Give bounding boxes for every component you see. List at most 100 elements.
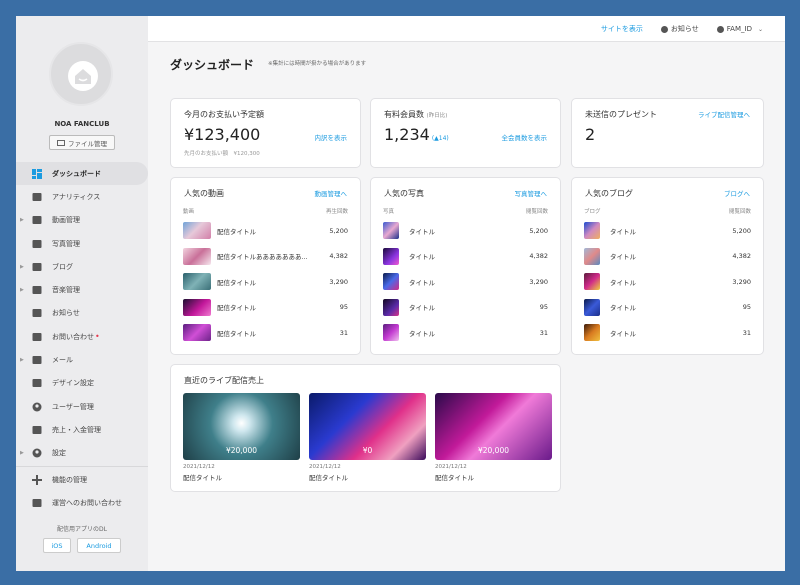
list-header: 写真 閲覧回数 <box>383 207 548 215</box>
item-count: 4,382 <box>732 252 751 261</box>
sidebar-item-design[interactable]: デザイン設定 <box>16 372 148 395</box>
item-title: タイトル <box>610 227 636 236</box>
list-item[interactable]: タイトル 31 <box>584 320 751 346</box>
live-name: 配信タイトル <box>309 474 348 482</box>
live-thumbnail: ¥20,000 <box>183 393 300 460</box>
popular-list: タイトル 5,200 タイトル 4,382 タイトル 3,290 タイトル 95 タイトル 31 <box>584 218 751 346</box>
column-header: 動画 <box>183 209 195 215</box>
list-item[interactable]: 配信タイトルあああああああ... 4,382 <box>183 244 348 270</box>
popular-title: 人気のブログ <box>585 189 633 198</box>
sidebar-nav: ダッシュボード アナリティクス ▶ 動画管理 写真管理 ▶ ブログ ▶ 音楽管理お知らせお問い合… <box>16 162 148 514</box>
live-sale-item[interactable]: ¥20,000 2021/12/12 配信タイトル <box>183 393 300 482</box>
user-icon <box>32 402 42 412</box>
notice-link[interactable]: お知らせ <box>660 24 699 34</box>
thumbnail-image <box>383 273 399 291</box>
list-header: ブログ 閲覧回数 <box>584 207 751 215</box>
thumbnail-image <box>584 273 600 291</box>
sidebar-item-dashboard[interactable]: ダッシュボード <box>16 162 148 186</box>
popular-manage-link[interactable]: 動画管理へ <box>315 188 348 198</box>
live-sale-item[interactable]: ¥0 2021/12/12 配信タイトル <box>309 393 426 482</box>
settings-icon <box>32 448 42 458</box>
list-item[interactable]: タイトル 4,382 <box>584 244 751 270</box>
column-header: ブログ <box>584 209 601 215</box>
sidebar-item-sales[interactable]: 売上・入金管理 <box>16 418 148 441</box>
sidebar-item-notice[interactable]: お知らせ <box>16 302 148 325</box>
members-value: 1,234 (▲14) <box>384 125 449 144</box>
live-name: 配信タイトル <box>183 474 222 482</box>
live-manage-link[interactable]: ライブ配信管理へ <box>698 109 750 119</box>
payment-value: ¥123,400 <box>184 125 261 144</box>
sidebar-item-mail[interactable]: ▶ メール <box>16 348 148 371</box>
list-item[interactable]: 配信タイトル 95 <box>183 295 348 321</box>
list-item[interactable]: タイトル 95 <box>584 295 751 321</box>
live-price: ¥0 <box>362 446 373 455</box>
list-item[interactable]: タイトル 95 <box>383 295 548 321</box>
sidebar-item-label: ユーザー管理 <box>52 402 94 411</box>
sidebar-item-plus[interactable]: 機能の管理 <box>16 468 148 491</box>
sidebar-item-photo[interactable]: 写真管理 <box>16 232 148 255</box>
presents-value: 2 <box>585 125 596 144</box>
sidebar-item-label: お知らせ <box>52 309 80 318</box>
sidebar-item-settings[interactable]: ▶ 設定 <box>16 442 148 465</box>
list-item[interactable]: タイトル 5,200 <box>584 218 751 244</box>
popular-manage-link[interactable]: 写真管理へ <box>515 188 548 198</box>
sidebar-item-label: メール <box>52 356 73 365</box>
live-sale-item[interactable]: ¥20,000 2021/12/12 配信タイトル <box>435 393 552 482</box>
notice-label: お知らせ <box>670 25 699 33</box>
download-label: 配信用アプリのDL <box>57 526 107 533</box>
last-month-payment: 先月のお支払い額 ¥120,300 <box>184 151 260 157</box>
live-price: ¥20,000 <box>477 446 509 455</box>
android-button[interactable]: Android <box>77 538 121 553</box>
column-header: 閲覧回数 <box>728 209 751 215</box>
design-icon <box>32 378 42 388</box>
caret-right-icon: ▶ <box>20 287 24 294</box>
sidebar-item-video[interactable]: ▶ 動画管理 <box>16 209 148 232</box>
item-count: 4,382 <box>329 252 348 261</box>
sidebar-item-label: ダッシュボード <box>52 169 101 178</box>
all-members-link[interactable]: 全会員数を表示 <box>502 132 548 142</box>
sidebar-item-label: 運営へのお問い合わせ <box>52 498 122 507</box>
avatar[interactable] <box>49 42 113 106</box>
list-item[interactable]: 配信タイトル 3,290 <box>183 269 348 295</box>
item-count: 31 <box>742 328 751 337</box>
item-title: 配信タイトル <box>217 329 256 338</box>
sidebar-item-analytics[interactable]: アナリティクス <box>16 185 148 208</box>
item-count: 5,200 <box>529 226 548 235</box>
payment-detail-link[interactable]: 内訳を表示 <box>315 132 348 142</box>
thumbnail-image <box>383 298 399 316</box>
list-item[interactable]: タイトル 3,290 <box>383 269 548 295</box>
list-item[interactable]: 配信タイトル 5,200 <box>183 218 348 244</box>
popular-blogs-card: 人気のブログ ブログへ ブログ 閲覧回数 タイトル 5,200 タイトル 4,382 タイトル 3… <box>571 177 764 355</box>
main-content: ダッシュボード ※集計には時間が掛かる場合があります 今月のお支払い予定額 ¥1… <box>148 42 785 571</box>
presents-title: 未送信のプレゼント <box>585 110 657 119</box>
sidebar-item-blog[interactable]: ▶ ブログ <box>16 255 148 278</box>
account-menu[interactable]: FAM_ID ⌄ <box>716 25 763 33</box>
popular-title: 人気の動画 <box>184 189 224 198</box>
ios-button[interactable]: iOS <box>43 538 71 553</box>
sidebar-item-inquiry[interactable]: お問い合わせ • <box>16 325 148 348</box>
list-item[interactable]: タイトル 31 <box>383 320 548 346</box>
sidebar-item-label: アナリティクス <box>52 192 101 201</box>
sidebar-item-music[interactable]: ▶ 音楽管理 <box>16 278 148 301</box>
thumbnail-image <box>383 324 399 342</box>
thumbnail-image <box>183 222 211 240</box>
members-count: 1,234 <box>384 125 430 144</box>
page-note: ※集計には時間が掛かる場合があります <box>268 61 367 67</box>
list-item[interactable]: タイトル 5,200 <box>383 218 548 244</box>
topbar: サイトを表示 お知らせ FAM_ID ⌄ <box>148 16 785 42</box>
sidebar-item-mail[interactable]: 運営へのお問い合わせ <box>16 491 148 514</box>
item-count: 31 <box>339 328 348 337</box>
view-site-link[interactable]: サイトを表示 <box>601 24 643 34</box>
popular-photos-card: 人気の写真 写真管理へ 写真 閲覧回数 タイトル 5,200 タイトル 4,382 タイトル 3,… <box>370 177 561 355</box>
thumbnail-image <box>584 222 600 240</box>
list-item[interactable]: タイトル 4,382 <box>383 244 548 270</box>
list-header: 動画 再生回数 <box>183 207 348 215</box>
members-title-sub: (昨日比) <box>426 113 448 119</box>
file-manager-button[interactable]: ファイル管理 <box>49 135 115 150</box>
popular-manage-link[interactable]: ブログへ <box>724 188 750 198</box>
list-item[interactable]: 配信タイトル 31 <box>183 320 348 346</box>
analytics-icon <box>32 192 42 202</box>
live-date: 2021/12/12 <box>435 464 467 470</box>
list-item[interactable]: タイトル 3,290 <box>584 269 751 295</box>
sidebar-item-user[interactable]: ユーザー管理 <box>16 395 148 418</box>
